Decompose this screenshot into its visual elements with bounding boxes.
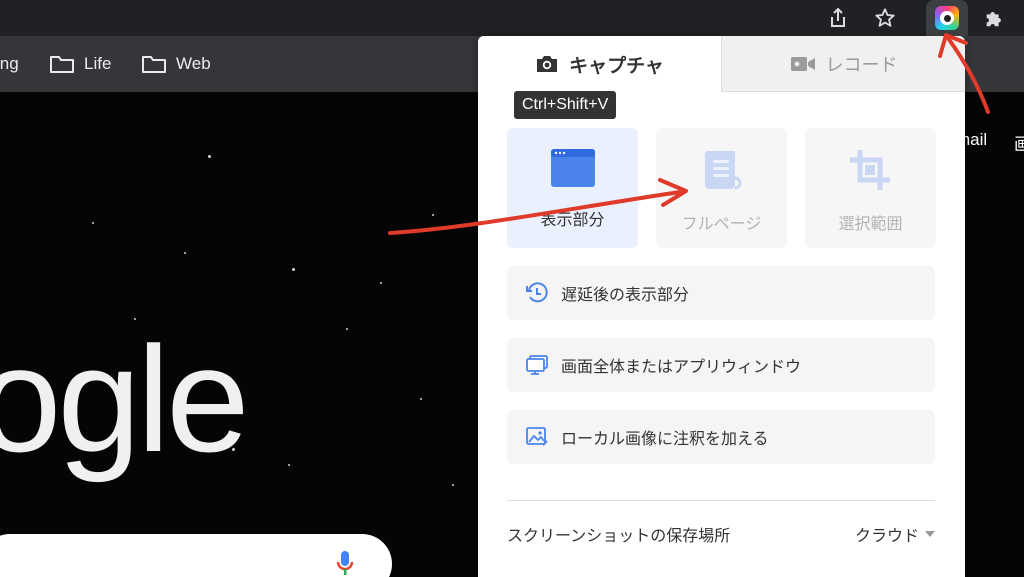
browser-window-icon (550, 149, 595, 187)
tab-capture-label: キャプチャ (569, 54, 664, 77)
entire-screen-option[interactable]: 画面全体またはアプリウィンドウ (507, 338, 935, 392)
divider (507, 500, 935, 501)
image-annotate-icon (526, 427, 548, 446)
visible-area-button[interactable]: 表示部分 (507, 128, 638, 248)
camera-icon (537, 56, 558, 72)
bookmark-folder-web[interactable]: Web (141, 54, 211, 74)
desktop-icon (526, 355, 548, 375)
browser-toolbar (0, 0, 1024, 36)
option-label: 画面全体またはアプリウィンドウ (561, 357, 802, 376)
crop-icon (849, 150, 890, 190)
tab-record-label: レコード (825, 54, 898, 76)
tab-capture[interactable]: キャプチャ (478, 36, 721, 92)
delay-clock-icon (526, 282, 548, 303)
save-location-value: クラウド (854, 526, 919, 545)
search-box[interactable] (0, 534, 392, 577)
star-decoration (292, 268, 295, 271)
mode-label: 表示部分 (540, 210, 605, 229)
bookmark-label: ing (0, 54, 19, 73)
folder-icon (142, 56, 166, 73)
screenshot-extension-button[interactable] (926, 0, 968, 36)
mode-label: フルページ (681, 214, 762, 233)
star-decoration (184, 252, 186, 254)
extensions-puzzle-icon[interactable] (980, 4, 1008, 32)
full-page-button[interactable]: フルページ (656, 128, 787, 248)
screenshot-popup: キャプチャ レコード Ctrl+Shift+V 表示部分 フルページ 選択範囲 … (478, 36, 965, 577)
star-decoration (432, 214, 434, 216)
annotate-local-image-option[interactable]: ローカル画像に注釈を加える (507, 410, 935, 464)
mode-label: 選択範囲 (838, 214, 903, 233)
screenshot-extension-icon (935, 6, 959, 30)
delayed-visible-area-option[interactable]: 遅延後の表示部分 (507, 266, 935, 320)
selected-area-button[interactable]: 選択範囲 (805, 128, 936, 248)
bookmark-label: Life (84, 54, 112, 73)
save-location-label: スクリーンショットの保存場所 (507, 526, 731, 545)
star-decoration (452, 484, 454, 486)
share-icon[interactable] (824, 4, 852, 32)
scroll-page-icon (704, 151, 741, 190)
chevron-down-icon (925, 531, 935, 537)
shortcut-tooltip: Ctrl+Shift+V (514, 91, 617, 119)
tab-record[interactable]: レコード (721, 36, 965, 92)
option-label: ローカル画像に注釈を加える (561, 429, 769, 448)
images-link[interactable]: 画 (1014, 130, 1024, 155)
bookmark-item[interactable]: ing (0, 54, 19, 74)
folder-icon (50, 56, 74, 73)
microphone-icon[interactable] (336, 550, 354, 577)
option-label: 遅延後の表示部分 (561, 285, 690, 304)
bookmark-star-icon[interactable] (871, 4, 899, 32)
star-decoration (208, 155, 211, 158)
star-decoration (92, 222, 94, 224)
video-camera-icon (790, 56, 815, 71)
star-decoration (420, 398, 422, 400)
star-decoration (288, 464, 290, 466)
save-location-dropdown[interactable]: クラウド (855, 522, 935, 546)
star-decoration (380, 282, 382, 284)
google-logo: ogle (0, 315, 250, 483)
star-decoration (346, 328, 348, 330)
bookmark-label: Web (176, 54, 211, 73)
bookmark-folder-life[interactable]: Life (49, 54, 111, 74)
